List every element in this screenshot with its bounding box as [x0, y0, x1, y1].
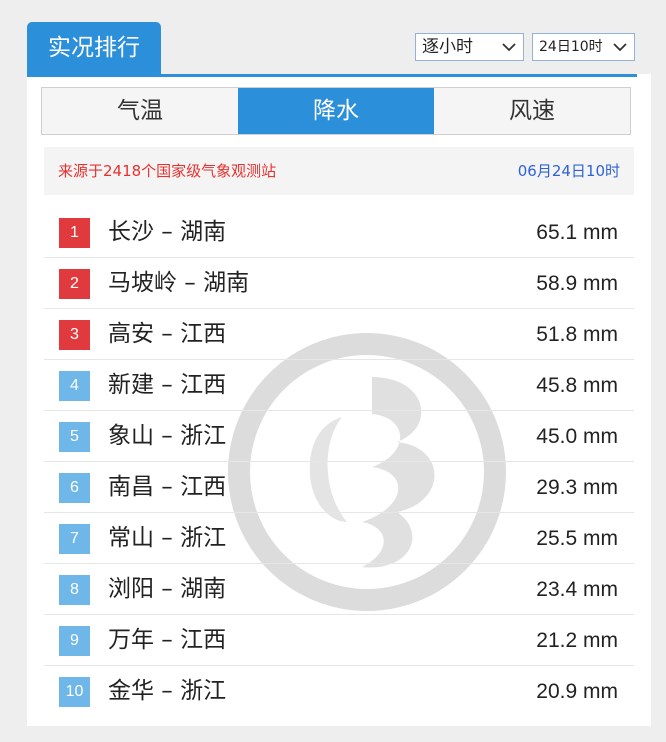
time-select-value: 24日10时	[539, 39, 603, 55]
table-row[interactable]: 9 万年 – 江西 21.2 mm	[44, 615, 634, 666]
precipitation-value: 45.8 mm	[536, 374, 618, 397]
chevron-down-icon	[502, 43, 516, 52]
precipitation-value: 21.2 mm	[536, 629, 618, 652]
station-name: 南昌 – 江西	[108, 474, 227, 500]
rank-badge: 10	[59, 677, 90, 707]
rank-badge: 7	[59, 524, 90, 554]
rank-badge: 6	[59, 473, 90, 503]
precipitation-value: 45.0 mm	[536, 425, 618, 448]
chevron-down-icon	[613, 43, 627, 52]
rank-badge: 5	[59, 422, 90, 452]
table-row[interactable]: 10 金华 – 浙江 20.9 mm	[44, 666, 634, 717]
precipitation-value: 23.4 mm	[536, 578, 618, 601]
rank-badge: 3	[59, 320, 90, 350]
station-name: 高安 – 江西	[108, 321, 227, 347]
metric-tabs: 气温 降水 风速	[41, 87, 631, 135]
source-text: 来源于2418个国家级气象观测站	[58, 162, 277, 180]
rank-badge: 9	[59, 626, 90, 656]
time-select[interactable]: 24日10时	[532, 33, 635, 61]
station-name: 马坡岭 – 湖南	[108, 270, 250, 296]
precipitation-value: 58.9 mm	[536, 272, 618, 295]
panel-header: 实况排行 逐小时 24日10时	[27, 22, 651, 74]
table-row[interactable]: 7 常山 – 浙江 25.5 mm	[44, 513, 634, 564]
station-name: 万年 – 江西	[108, 627, 227, 653]
station-name: 金华 – 浙江	[108, 678, 227, 704]
table-row[interactable]: 2 马坡岭 – 湖南 58.9 mm	[44, 258, 634, 309]
panel-title: 实况排行	[27, 22, 161, 74]
tab-temperature[interactable]: 气温	[42, 88, 238, 134]
source-date: 06月24日10时	[517, 162, 620, 180]
table-row[interactable]: 4 新建 – 江西 45.8 mm	[44, 360, 634, 411]
table-row[interactable]: 6 南昌 – 江西 29.3 mm	[44, 462, 634, 513]
precipitation-value: 65.1 mm	[536, 221, 618, 244]
rank-badge: 8	[59, 575, 90, 605]
station-name: 长沙 – 湖南	[108, 219, 227, 245]
station-name: 新建 – 江西	[108, 372, 227, 398]
station-name: 浏阳 – 湖南	[108, 576, 227, 602]
table-row[interactable]: 3 高安 – 江西 51.8 mm	[44, 309, 634, 360]
table-row[interactable]: 8 浏阳 – 湖南 23.4 mm	[44, 564, 634, 615]
station-name: 象山 – 浙江	[108, 423, 227, 449]
ranking-panel: 实况排行 逐小时 24日10时 气温 降水 风速 来源于2418个国家级气象观测…	[27, 22, 651, 726]
rank-badge: 2	[59, 269, 90, 299]
interval-select[interactable]: 逐小时	[415, 33, 524, 61]
tab-precipitation[interactable]: 降水	[238, 88, 434, 134]
header-underline	[27, 74, 637, 77]
precipitation-value: 51.8 mm	[536, 323, 618, 346]
tab-wind-speed[interactable]: 风速	[434, 88, 630, 134]
rank-badge: 1	[59, 218, 90, 248]
precipitation-value: 29.3 mm	[536, 476, 618, 499]
rank-badge: 4	[59, 371, 90, 401]
station-name: 常山 – 浙江	[108, 525, 227, 551]
table-row[interactable]: 5 象山 – 浙江 45.0 mm	[44, 411, 634, 462]
precipitation-value: 20.9 mm	[536, 680, 618, 703]
interval-select-value: 逐小时	[422, 37, 473, 57]
precipitation-value: 25.5 mm	[536, 527, 618, 550]
table-row[interactable]: 1 长沙 – 湖南 65.1 mm	[44, 207, 634, 258]
ranking-list: 1 长沙 – 湖南 65.1 mm 2 马坡岭 – 湖南 58.9 mm 3 高…	[44, 207, 634, 717]
source-bar: 来源于2418个国家级气象观测站 06月24日10时	[44, 147, 634, 195]
